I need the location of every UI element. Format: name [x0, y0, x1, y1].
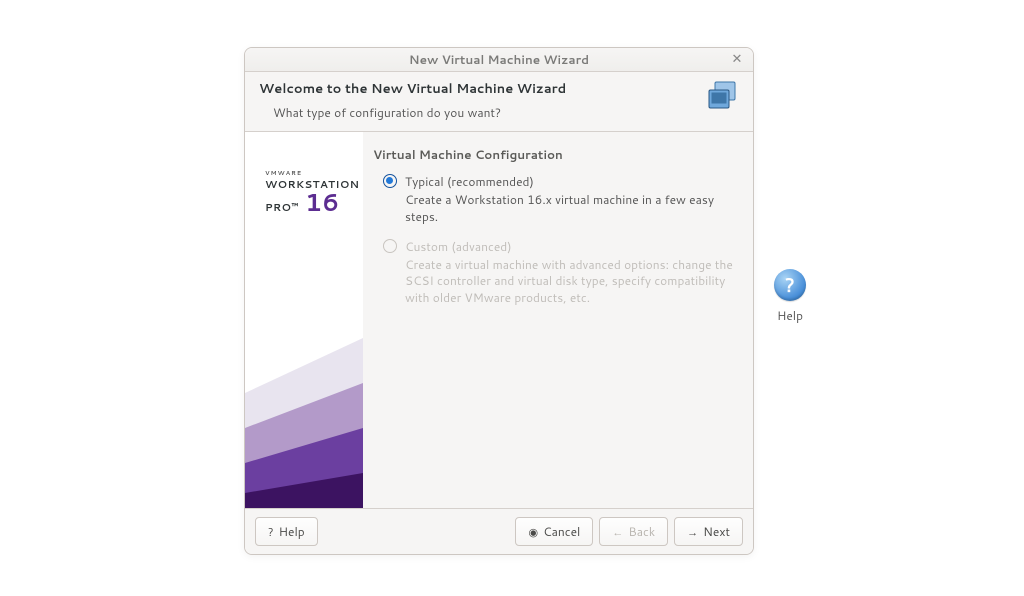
option-typical-desc: Create a Workstation 16.x virtual machin…: [405, 192, 737, 226]
option-custom[interactable]: Custom (advanced) Create a virtual machi…: [373, 238, 737, 307]
arrow-right-icon: →: [687, 524, 698, 540]
banner-version-text: 16: [305, 192, 339, 214]
desktop-help-label: Help: [777, 307, 803, 324]
help-icon: ?: [268, 524, 274, 540]
header-text: Welcome to the New Virtual Machine Wizar…: [259, 80, 566, 121]
radio-typical[interactable]: [383, 174, 397, 188]
dialog-title: New Virtual Machine Wizard: [409, 51, 589, 68]
dialog-titlebar[interactable]: New Virtual Machine Wizard ✕: [245, 48, 753, 72]
cancel-button-label: Cancel: [543, 523, 580, 540]
back-button-label: Back: [628, 523, 655, 540]
header-subheading: What type of configuration do you want?: [273, 104, 566, 121]
option-typical[interactable]: Typical (recommended) Create a Workstati…: [373, 173, 737, 226]
back-button: ← Back: [599, 517, 668, 546]
option-custom-label: Custom (advanced): [405, 238, 737, 255]
config-section-title: Virtual Machine Configuration: [373, 146, 737, 163]
arrow-left-icon: ←: [612, 524, 623, 540]
config-panel: Virtual Machine Configuration Typical (r…: [363, 132, 753, 508]
dialog-footer: ? Help ◉ Cancel ← Back → Next: [245, 509, 753, 554]
next-button-label: Next: [703, 523, 730, 540]
help-circle-icon: ?: [774, 269, 806, 301]
cancel-icon: ◉: [528, 524, 538, 540]
header-heading: Welcome to the New Virtual Machine Wizar…: [259, 80, 566, 98]
help-button[interactable]: ? Help: [255, 517, 318, 546]
desktop-help-shortcut[interactable]: ? Help: [774, 269, 806, 324]
option-custom-desc: Create a virtual machine with advanced o…: [405, 257, 737, 307]
close-icon[interactable]: ✕: [729, 51, 745, 67]
dialog-header: Welcome to the New Virtual Machine Wizar…: [245, 72, 753, 132]
radio-custom[interactable]: [383, 239, 397, 253]
dialog-body: VMWARE WORKSTATION PRO™ 16 Virtual Machi…: [245, 132, 753, 509]
next-button[interactable]: → Next: [674, 517, 743, 546]
banner-graphic: [245, 248, 363, 508]
cancel-button[interactable]: ◉ Cancel: [515, 517, 593, 546]
help-button-label: Help: [279, 523, 305, 540]
banner-pro-text: PRO™: [265, 201, 299, 215]
option-typical-label: Typical (recommended): [405, 173, 737, 190]
vmware-logo: VMWARE WORKSTATION PRO™ 16: [265, 168, 359, 215]
new-vm-wizard-dialog: New Virtual Machine Wizard ✕ Welcome to …: [244, 47, 754, 555]
vm-icon: [705, 80, 739, 114]
side-banner: VMWARE WORKSTATION PRO™ 16: [245, 132, 363, 508]
banner-vmware-text: VMWARE: [265, 168, 359, 177]
